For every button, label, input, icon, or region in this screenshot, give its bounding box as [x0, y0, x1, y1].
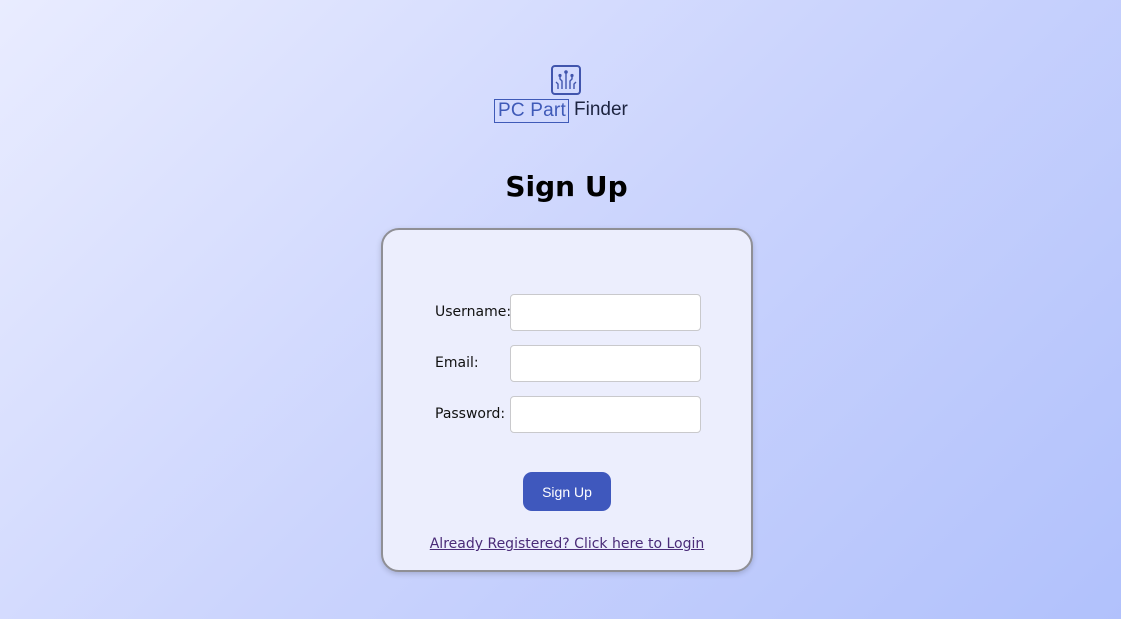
circuit-chip-icon: [551, 65, 581, 95]
logo: PC Part Finder: [494, 65, 636, 125]
logo-pc-part-text: PC Part: [494, 99, 569, 123]
email-input[interactable]: [510, 345, 701, 382]
sign-up-button[interactable]: Sign Up: [523, 472, 611, 511]
username-row: Username:: [435, 294, 705, 331]
username-label: Username:: [435, 304, 512, 320]
signup-form-card: Username: Email: Password: Sign Up Alrea…: [381, 228, 753, 572]
password-row: Password:: [435, 396, 705, 433]
username-input[interactable]: [510, 294, 701, 331]
password-label: Password:: [435, 406, 506, 422]
login-link[interactable]: Already Registered? Click here to Login: [383, 534, 751, 554]
password-input[interactable]: [510, 396, 701, 433]
page-title: Sign Up: [505, 170, 628, 203]
email-label: Email:: [435, 355, 479, 371]
logo-finder-text: Finder: [574, 99, 628, 120]
email-row: Email:: [435, 345, 705, 382]
